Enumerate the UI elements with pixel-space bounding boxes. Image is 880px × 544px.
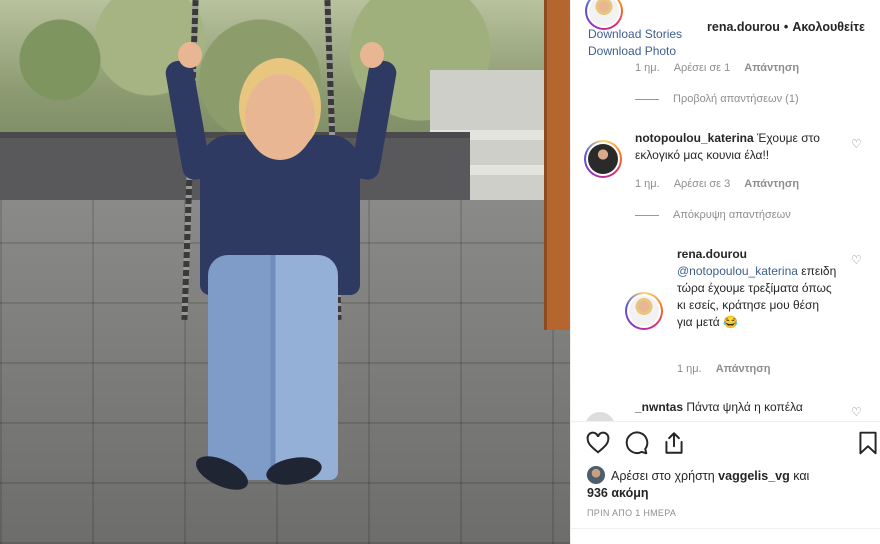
replies-line [635, 98, 659, 100]
reply-button[interactable]: Απάντηση [744, 62, 799, 74]
swing-post [544, 0, 570, 330]
view-replies-button[interactable]: Προβολή απαντήσεων (1) [635, 93, 799, 105]
comment-username[interactable]: notopoulou_katerina [635, 131, 754, 145]
commenter-avatar[interactable] [584, 140, 622, 178]
download-photo-link[interactable]: Download Photo [588, 44, 676, 58]
reply-meta: 1 ημ. Απάντηση [677, 363, 785, 375]
owner-line: rena.dourou • Ακολουθείτε [707, 20, 865, 34]
reply-item: rena.dourou @notopoulou_katerina επειδη … [677, 246, 837, 331]
comment-likes[interactable]: Αρέσει σε 1 [674, 62, 731, 74]
hide-replies-label: Απόκρυψη απαντήσεων [673, 209, 791, 221]
reply-button[interactable]: Απάντηση [716, 363, 771, 375]
liker-username[interactable]: vaggelis_vg [718, 469, 790, 483]
reply-mention[interactable]: @notopoulou_katerina [677, 264, 798, 278]
post-side-panel: Download Stories Download Photo rena.dou… [570, 0, 880, 544]
likes-summary: Αρέσει στο χρήστη vaggelis_vg και 936 ακ… [587, 466, 867, 502]
heart-icon[interactable] [585, 430, 611, 456]
woman-on-swing [163, 40, 399, 520]
reply-username[interactable]: rena.dourou [677, 247, 747, 261]
comment-likes[interactable]: Αρέσει σε 3 [674, 178, 731, 190]
comment-like-heart-icon[interactable]: ♡ [851, 406, 863, 418]
owner-avatar[interactable] [585, 0, 623, 30]
reply-age: 1 ημ. [677, 363, 702, 375]
comment-item: _nwntas Πάντα ψηλά η κοπέλα [635, 399, 845, 421]
comment-icon[interactable] [623, 430, 649, 456]
reply-button[interactable]: Απάντηση [744, 178, 799, 190]
reply-like-heart-icon[interactable]: ♡ [851, 254, 863, 266]
post-timestamp[interactable]: ΠΡΙΝ ΑΠΟ 1 ΗΜΕΡΑ [587, 508, 676, 518]
bookmark-icon[interactable] [855, 430, 880, 456]
comment-username[interactable]: _nwntas [635, 400, 683, 414]
hide-replies-button[interactable]: Απόκρυψη απαντήσεων [635, 209, 791, 221]
divider [571, 421, 880, 422]
comment-age: 1 ημ. [635, 178, 660, 190]
comment-age: 1 ημ. [635, 62, 660, 74]
action-bar [571, 430, 880, 460]
post-header: Download Stories Download Photo rena.dou… [571, 0, 880, 60]
follow-status-button[interactable]: Ακολουθείτε [792, 20, 865, 34]
comment-item: notopoulou_katerina Έχουμε στο εκλογικό … [635, 130, 845, 164]
download-stories-link[interactable]: Download Stories [588, 27, 682, 41]
view-replies-label: Προβολή απαντήσεων (1) [673, 93, 799, 105]
comment-text: Πάντα ψηλά η κοπέλα [686, 400, 803, 414]
reply-avatar[interactable] [625, 292, 663, 330]
likes-suffix: και [793, 469, 810, 483]
liker-avatar[interactable] [587, 466, 605, 484]
comment-meta: 1 ημ. Αρέσει σε 1 Απάντηση [635, 62, 813, 74]
likes-prefix: Αρέσει στο χρήστη [611, 469, 715, 483]
divider [571, 528, 880, 529]
owner-username[interactable]: rena.dourou [707, 20, 780, 34]
post-photo[interactable] [0, 0, 570, 544]
separator-dot: • [783, 20, 789, 34]
replies-line [635, 214, 659, 216]
comment-like-heart-icon[interactable]: ♡ [851, 138, 863, 150]
likes-count[interactable]: 936 ακόμη [587, 486, 649, 500]
share-icon[interactable] [661, 430, 687, 456]
comment-meta: 1 ημ. Αρέσει σε 3 Απάντηση [635, 178, 813, 190]
